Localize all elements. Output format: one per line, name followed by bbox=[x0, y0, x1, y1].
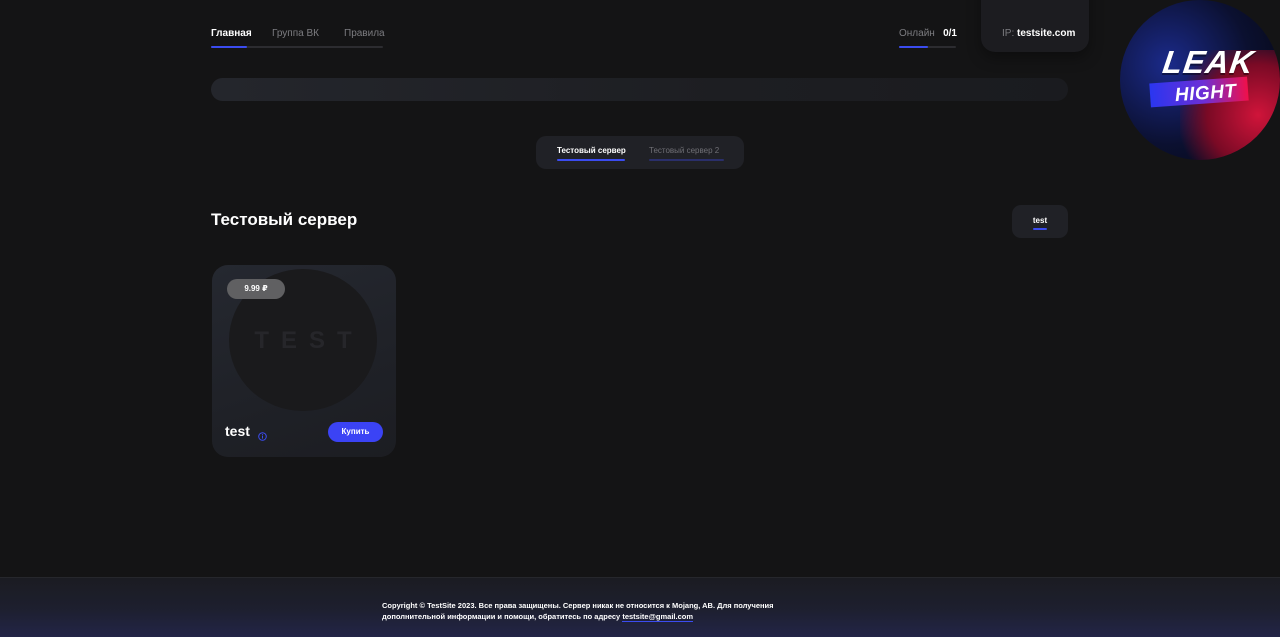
server-ip[interactable]: IP: testsite.com bbox=[1002, 28, 1075, 39]
product-card: TEST 9.99 ₽ test Купить bbox=[212, 265, 396, 457]
online-label: Онлайн bbox=[899, 28, 935, 39]
online-progress-fill bbox=[899, 46, 928, 48]
price-badge: 9.99 ₽ bbox=[227, 279, 285, 299]
footer-copyright-text: Copyright © TestSite 2023. Все права защ… bbox=[382, 601, 774, 621]
tab-server-1-underline bbox=[557, 159, 625, 161]
logo-line-2: HIGHT bbox=[1174, 80, 1238, 107]
product-name: test bbox=[225, 423, 250, 439]
leak-hight-logo: LEAK HIGHT bbox=[1120, 0, 1280, 160]
footer-copyright: Copyright © TestSite 2023. Все права защ… bbox=[382, 600, 782, 622]
online-progress-track bbox=[899, 46, 956, 48]
section-title: Тестовый сервер bbox=[211, 210, 358, 229]
announcement-bar bbox=[211, 78, 1068, 101]
footer-email-link[interactable]: testsite@gmail.com bbox=[622, 612, 693, 622]
online-count: 0/1 bbox=[943, 28, 957, 39]
nav-item-home[interactable]: Главная bbox=[211, 28, 252, 39]
ip-value: testsite.com bbox=[1017, 28, 1076, 39]
footer: Copyright © TestSite 2023. Все права защ… bbox=[0, 577, 1280, 637]
tab-server-2[interactable]: Тестовый сервер 2 bbox=[649, 146, 719, 155]
server-tabs: Тестовый сервер Тестовый сервер 2 bbox=[536, 136, 744, 169]
category-underline bbox=[1033, 228, 1047, 230]
category-filter-button[interactable]: test bbox=[1012, 205, 1068, 238]
nav-item-rules[interactable]: Правила bbox=[344, 28, 385, 39]
buy-button[interactable]: Купить bbox=[328, 422, 383, 442]
info-circle-icon[interactable] bbox=[258, 428, 267, 441]
tab-server-1[interactable]: Тестовый сервер bbox=[557, 146, 626, 155]
product-image-text: TEST bbox=[254, 327, 364, 354]
tab-server-2-underline bbox=[649, 159, 724, 161]
logo-line-1: LEAK bbox=[1160, 44, 1257, 80]
category-label: test bbox=[1032, 216, 1048, 225]
page: Главная Группа ВК Правила Онлайн 0/1 IP:… bbox=[0, 0, 1280, 637]
main-nav: Главная Группа ВК Правила bbox=[211, 27, 385, 49]
nav-item-vk-group[interactable]: Группа ВК bbox=[272, 28, 319, 39]
nav-active-indicator bbox=[211, 46, 247, 48]
server-ip-panel: IP: testsite.com bbox=[981, 0, 1089, 52]
online-status: Онлайн 0/1 bbox=[899, 27, 957, 49]
ip-label: IP: bbox=[1002, 28, 1015, 39]
